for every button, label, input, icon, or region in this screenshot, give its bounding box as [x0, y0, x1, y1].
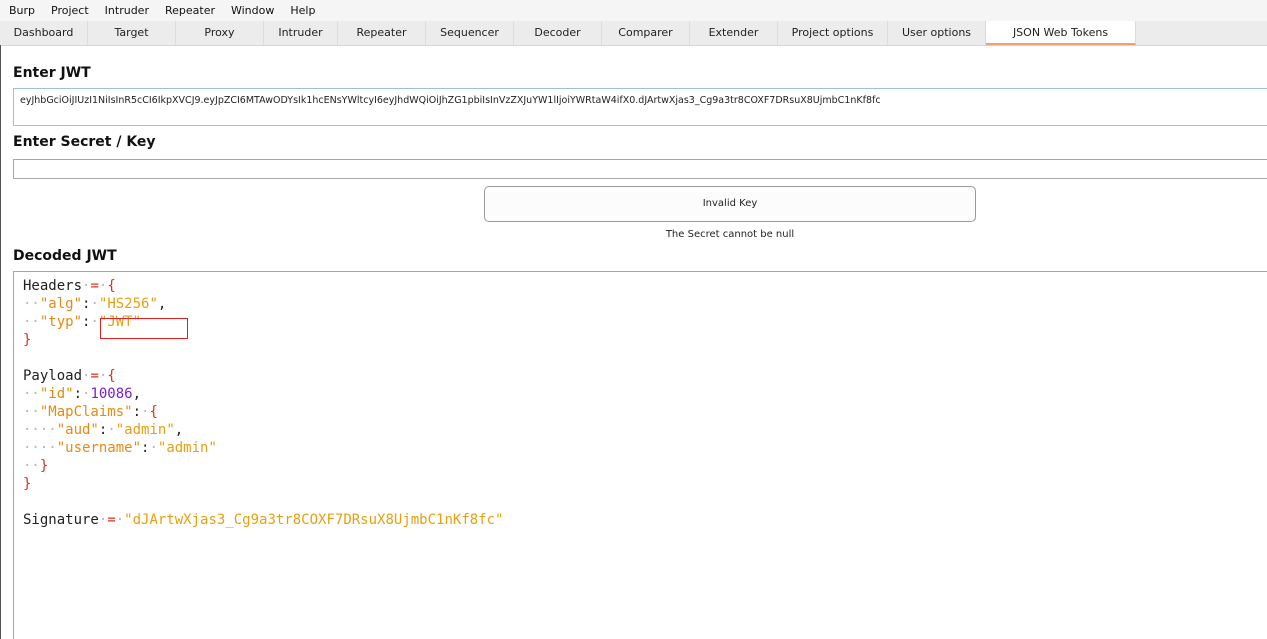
tab-project-options[interactable]: Project options: [778, 21, 888, 45]
secret-key-input[interactable]: [13, 159, 1267, 179]
main-tab-bar: Dashboard Target Proxy Intruder Repeater…: [0, 21, 1267, 46]
enter-secret-title: Enter Secret / Key: [13, 134, 156, 150]
menu-burp[interactable]: Burp: [0, 4, 43, 17]
tab-sequencer[interactable]: Sequencer: [426, 21, 514, 45]
tab-json-web-tokens[interactable]: JSON Web Tokens: [986, 21, 1136, 45]
typ-value: "JWT": [98, 314, 142, 330]
decoded-jwt-title: Decoded JWT: [13, 248, 117, 264]
headers-label: Headers: [23, 278, 83, 294]
typ-key: "typ": [39, 314, 83, 330]
aud-value: "admin": [115, 422, 175, 438]
tab-proxy[interactable]: Proxy: [176, 21, 264, 45]
menu-help[interactable]: Help: [282, 4, 323, 17]
decoded-jwt-code: Headers·=·{ ··"alg":·"HS256", ··"typ":·"…: [23, 278, 504, 528]
tab-intruder[interactable]: Intruder: [264, 21, 338, 45]
tab-user-options[interactable]: User options: [888, 21, 986, 45]
aud-key: "aud": [56, 422, 99, 438]
invalid-key-button[interactable]: Invalid Key: [484, 186, 976, 222]
id-value: 10086: [90, 386, 133, 402]
decoded-jwt-panel[interactable]: Headers·=·{ ··"alg":·"HS256", ··"typ":·"…: [13, 271, 1267, 639]
key-status-message: The Secret cannot be null: [665, 229, 795, 240]
tab-decoder[interactable]: Decoder: [514, 21, 602, 45]
alg-key: "alg": [39, 296, 83, 312]
menu-intruder[interactable]: Intruder: [97, 4, 157, 17]
username-key: "username": [56, 440, 142, 456]
username-value: "admin": [157, 440, 217, 456]
signature-value: "dJArtwXjas3_Cg9a3tr8COXF7DRsuX8UjmbC1nK…: [124, 512, 504, 528]
tab-target[interactable]: Target: [88, 21, 176, 45]
menu-project[interactable]: Project: [43, 4, 97, 17]
jwt-input[interactable]: eyJhbGciOiJIUzI1NiIsInR5cCI6IkpXVCJ9.eyJ…: [13, 88, 1267, 126]
tab-comparer[interactable]: Comparer: [602, 21, 690, 45]
tab-repeater[interactable]: Repeater: [338, 21, 426, 45]
menu-repeater[interactable]: Repeater: [157, 4, 223, 17]
window-left-border: [0, 45, 1, 639]
alg-value: "HS256": [98, 296, 158, 312]
tab-dashboard[interactable]: Dashboard: [0, 21, 88, 45]
enter-jwt-title: Enter JWT: [13, 65, 91, 81]
menu-window[interactable]: Window: [223, 4, 282, 17]
id-key: "id": [39, 386, 74, 402]
tab-extender[interactable]: Extender: [690, 21, 778, 45]
signature-label: Signature: [23, 512, 99, 528]
menu-bar: Burp Project Intruder Repeater Window He…: [0, 0, 1267, 21]
payload-label: Payload: [23, 368, 83, 384]
mapclaims-key: "MapClaims": [39, 404, 133, 420]
